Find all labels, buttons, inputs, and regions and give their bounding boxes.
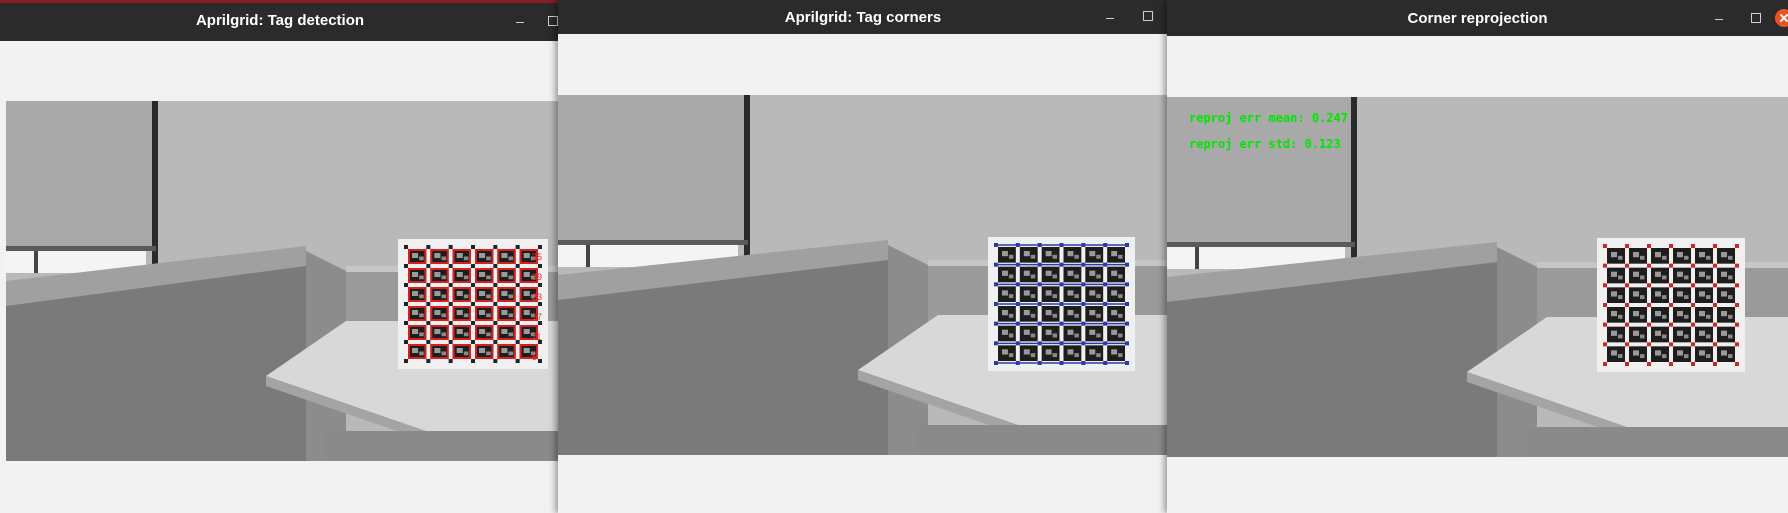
close-icon[interactable] xyxy=(1775,9,1788,27)
camera-frame-corner-reprojection: reproj err mean: 0.247 reproj err std: 0… xyxy=(1167,97,1788,457)
maximize-icon[interactable] xyxy=(1143,11,1153,21)
maximize-icon[interactable] xyxy=(1751,13,1761,23)
window-tag-detection[interactable]: Aprilgrid: Tag detection 35 29 23 17 11 5 xyxy=(0,0,560,513)
window-title: Aprilgrid: Tag detection xyxy=(195,12,365,29)
tag-id-label: 29 xyxy=(532,272,543,282)
minimize-icon[interactable] xyxy=(1715,13,1723,25)
titlebar-tag-corners[interactable]: Aprilgrid: Tag corners xyxy=(558,0,1168,34)
reproj-err-mean-text: reproj err mean: 0.247 xyxy=(1189,111,1348,125)
reproj-err-std-text: reproj err std: 0.123 xyxy=(1189,137,1341,151)
scene-image xyxy=(6,101,560,461)
maximize-icon[interactable] xyxy=(548,16,558,26)
titlebar-accent xyxy=(0,0,560,3)
desktop: Aprilgrid: Tag detection 35 29 23 17 11 5 Apr… xyxy=(0,0,1788,513)
tag-id-label: 23 xyxy=(532,292,543,302)
window-title: Corner reprojection xyxy=(1407,9,1548,27)
camera-frame-tag-corners xyxy=(558,95,1168,455)
tag-id-label: 5 xyxy=(532,352,538,362)
minimize-icon[interactable] xyxy=(516,16,524,28)
window-title: Aprilgrid: Tag corners xyxy=(784,8,942,26)
tag-id-label: 17 xyxy=(532,312,543,322)
scene-image xyxy=(1167,97,1788,457)
minimize-icon[interactable] xyxy=(1106,12,1114,24)
window-tag-corners[interactable]: Aprilgrid: Tag corners xyxy=(558,0,1168,513)
titlebar-tag-detection[interactable]: Aprilgrid: Tag detection xyxy=(0,0,560,41)
titlebar-corner-reprojection[interactable]: Corner reprojection xyxy=(1167,0,1788,36)
tag-id-label: 11 xyxy=(532,332,542,342)
window-corner-reprojection[interactable]: Corner reprojection reproj err mean: 0.2… xyxy=(1167,0,1788,513)
scene-image xyxy=(558,95,1168,455)
tag-id-label: 35 xyxy=(532,252,543,262)
camera-frame-tag-detection: 35 29 23 17 11 5 xyxy=(6,101,560,461)
